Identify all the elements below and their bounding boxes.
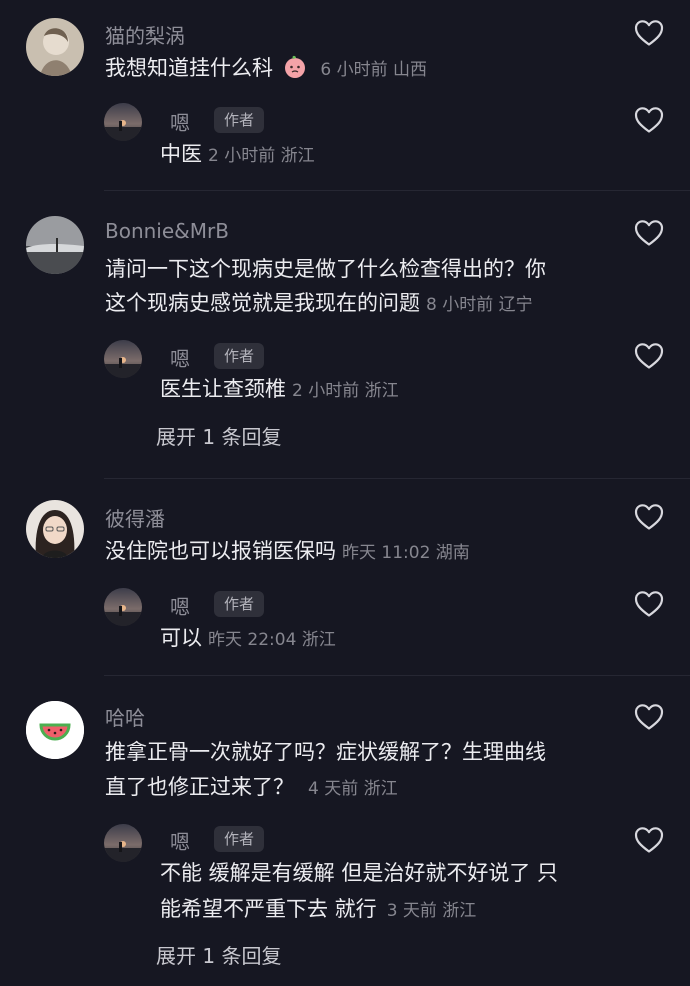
reply-username[interactable]: 嗯	[170, 591, 190, 620]
comment-text-line-2: 这个现病史感觉就是我现在的问题 8 小时前 辽宁	[105, 287, 533, 322]
reply-text: 医生让查颈椎 2 小时前 浙江	[160, 373, 399, 408]
reply-avatar[interactable]	[104, 824, 142, 862]
comment-meta: 4 天前 浙江	[308, 779, 398, 799]
reply-body: 可以	[160, 626, 202, 650]
username[interactable]: 彼得潘	[105, 503, 165, 532]
reply-text: 中医 2 小时前 浙江	[160, 138, 315, 173]
divider	[104, 478, 690, 479]
heart-outline-icon[interactable]	[634, 703, 664, 731]
comment-text-line-1: 请问一下这个现病史是做了什么检查得出的？你	[105, 257, 546, 281]
watermelon-icon	[26, 701, 84, 759]
reply-text: 可以 昨天 22:04 浙江	[160, 622, 336, 657]
reply-meta: 2 小时前 浙江	[292, 381, 399, 401]
comment-meta: 昨天 11:02 湖南	[342, 543, 470, 563]
comment-meta: 6 小时前 山西	[320, 60, 427, 80]
peach-face-emoji	[282, 54, 308, 80]
comment-body: 这个现病史感觉就是我现在的问题	[105, 291, 420, 315]
reply-avatar[interactable]	[104, 340, 142, 378]
heart-outline-icon[interactable]	[634, 503, 664, 531]
username[interactable]: 猫的梨涡	[105, 20, 185, 49]
avatar[interactable]	[26, 500, 84, 558]
avatar[interactable]	[26, 216, 84, 274]
author-badge: 作者	[214, 826, 265, 852]
reply-username[interactable]: 嗯	[170, 107, 190, 136]
comment-text-line-2: 直了也修正过来了？ 4 天前 浙江	[105, 771, 398, 806]
reply-text-line-1: 不能 缓解是有缓解 但是治好就不好说了 只	[160, 861, 559, 885]
avatar[interactable]	[26, 18, 84, 76]
heart-outline-icon[interactable]	[634, 219, 664, 247]
reply-avatar[interactable]	[104, 103, 142, 141]
heart-outline-icon[interactable]	[634, 19, 664, 47]
heart-outline-icon[interactable]	[634, 342, 664, 370]
reply-body: 医生让查颈椎	[160, 377, 286, 401]
reply-meta: 3 天前 浙江	[386, 901, 477, 921]
reply-meta: 2 小时前 浙江	[208, 146, 315, 166]
avatar[interactable]	[26, 701, 84, 759]
reply-text-line-2: 能希望不严重下去 就行 3 天前 浙江	[160, 893, 476, 928]
username[interactable]: Bonnie&MrB	[105, 219, 229, 243]
heart-outline-icon[interactable]	[634, 106, 664, 134]
author-badge: 作者	[214, 343, 265, 369]
username[interactable]: 哈哈	[105, 702, 145, 731]
comment-body: 直了也修正过来了？	[105, 775, 294, 799]
expand-replies-button[interactable]: 展开 1 条回复	[156, 940, 281, 969]
author-badge: 作者	[214, 107, 265, 133]
reply-username[interactable]: 嗯	[170, 826, 190, 855]
comment-text: 没住院也可以报销医保吗 昨天 11:02 湖南	[105, 535, 470, 570]
heart-outline-icon[interactable]	[634, 826, 664, 854]
heart-outline-icon[interactable]	[634, 590, 664, 618]
reply-avatar[interactable]	[104, 588, 142, 626]
reply-body: 能希望不严重下去 就行	[160, 897, 377, 921]
reply-body: 中医	[160, 142, 202, 166]
comment-body: 没住院也可以报销医保吗	[105, 539, 336, 563]
expand-replies-button[interactable]: 展开 1 条回复	[156, 421, 281, 450]
comment-body: 我想知道挂什么科	[105, 56, 273, 80]
divider	[104, 190, 690, 191]
author-badge: 作者	[214, 591, 265, 617]
comment-meta: 8 小时前 辽宁	[426, 295, 533, 315]
comment-text: 我想知道挂什么科 6 小时前 山西	[105, 52, 427, 87]
reply-meta: 昨天 22:04 浙江	[208, 630, 336, 650]
divider	[104, 675, 690, 676]
comment-text-line-1: 推拿正骨一次就好了吗？症状缓解了？生理曲线	[105, 740, 546, 764]
reply-username[interactable]: 嗯	[170, 343, 190, 372]
